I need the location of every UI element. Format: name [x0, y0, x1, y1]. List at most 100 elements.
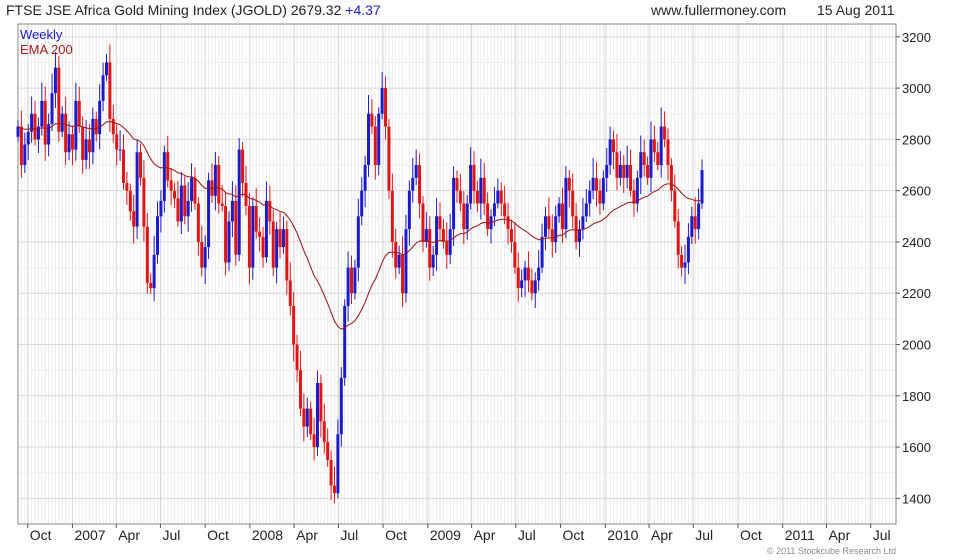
ohlc-bar-body [346, 267, 350, 307]
y-tick-label: 2200 [902, 286, 931, 301]
ohlc-bar [74, 82, 78, 161]
ohlc-bar-body [560, 203, 564, 230]
ohlc-bar-body [108, 62, 112, 119]
ohlc-bar [203, 235, 207, 284]
ohlc-bar-body [23, 144, 27, 166]
ohlc-bar [237, 138, 241, 262]
ohlc-bar-body [363, 165, 367, 191]
ohlc-bar-body [139, 152, 143, 178]
ohlc-bar-body [128, 190, 132, 212]
ohlc-bar-body [230, 200, 234, 222]
ohlc-bar [254, 187, 258, 240]
ohlc-bar [533, 272, 537, 308]
ohlc-bar-body [329, 459, 333, 486]
ohlc-bar [295, 334, 299, 383]
ohlc-bar-body [435, 216, 439, 255]
ohlc-bar-body [700, 170, 704, 204]
ema-line [17, 121, 703, 330]
ohlc-bar [19, 110, 23, 178]
ohlc-bar-body [567, 177, 571, 191]
ohlc-bar [350, 255, 354, 304]
y-tick-label: 1400 [902, 491, 931, 506]
ohlc-bar [186, 182, 190, 232]
ohlc-bar [70, 125, 74, 166]
ohlc-bar-body [169, 180, 173, 191]
ohlc-bar-body [680, 254, 684, 268]
ohlc-bar [578, 220, 582, 257]
ohlc-bar [33, 100, 37, 146]
ohlc-bar-body [258, 231, 262, 237]
ohlc-bar-body [421, 203, 425, 242]
ohlc-bar [387, 118, 391, 199]
ohlc-bar-body [492, 203, 496, 217]
ohlc-bar [652, 125, 656, 162]
ohlc-bar [169, 168, 173, 206]
ohlc-bar [608, 126, 612, 175]
x-tick-label: Jul [518, 527, 536, 543]
ohlc-bar [244, 166, 248, 216]
ohlc-bar [173, 182, 177, 209]
ohlc-bar [697, 188, 701, 240]
ohlc-bar [486, 192, 490, 237]
x-tick-label: Jul [695, 527, 713, 543]
ohlc-bar [639, 135, 643, 194]
ohlc-bar [332, 466, 336, 503]
ohlc-bar-body [547, 216, 551, 230]
ohlc-bar-body [629, 165, 633, 191]
ohlc-bar-body [339, 377, 343, 435]
ohlc-bar-body [251, 206, 255, 268]
ohlc-bar [298, 350, 302, 417]
ohlc-bar-body [690, 216, 694, 237]
ohlc-bar [118, 130, 122, 161]
ohlc-bar [121, 134, 125, 190]
ohlc-bar [302, 393, 306, 442]
ohlc-bar [503, 185, 507, 225]
ohlc-bar-body [380, 88, 384, 114]
ohlc-bar [666, 128, 670, 181]
ohlc-bar [91, 107, 95, 165]
x-tick-label: Jul [873, 527, 891, 543]
ohlc-bar [64, 96, 68, 166]
ohlc-bar-body [26, 131, 30, 145]
ohlc-bar [384, 76, 388, 140]
ohlc-bar [421, 196, 425, 253]
ohlc-bar [530, 268, 534, 301]
ohlc-bar-body [159, 200, 163, 217]
ohlc-bar-body [149, 282, 153, 289]
ohlc-bar [428, 216, 432, 281]
ohlc-bar-body [394, 241, 398, 268]
ohlc-bar-body [67, 134, 71, 153]
ohlc-bar-body [414, 165, 418, 178]
ohlc-bar [125, 171, 129, 205]
ohlc-bar [516, 252, 520, 302]
ohlc-bar [625, 145, 629, 189]
ohlc-bar [622, 155, 626, 193]
ohlc-bar-body [43, 100, 47, 145]
y-tick-label: 3200 [902, 30, 931, 45]
ohlc-bar-body [697, 203, 701, 230]
ohlc-bar [360, 177, 364, 226]
ohlc-bar-body [292, 306, 296, 345]
ohlc-bar-body [118, 149, 122, 151]
ohlc-bar [87, 124, 91, 169]
y-tick-label: 2000 [902, 338, 931, 353]
ohlc-bar-body [462, 203, 466, 230]
ohlc-bar-body [622, 165, 626, 178]
ohlc-bar [629, 149, 633, 197]
ohlc-bar [268, 185, 272, 235]
ohlc-bar-body [540, 236, 544, 268]
ohlc-bar [537, 250, 541, 291]
ohlc-bar-body [557, 203, 561, 217]
ohlc-bar [632, 179, 636, 217]
ohlc-bar [550, 214, 554, 258]
ohlc-bar [278, 212, 282, 259]
ohlc-bar [135, 139, 139, 239]
ohlc-bar-body [656, 152, 660, 166]
ohlc-bar-body [332, 485, 336, 494]
ohlc-bar [693, 197, 697, 244]
ohlc-bar [584, 189, 588, 222]
ohlc-bar-body [387, 126, 391, 191]
ohlc-bar-body [173, 190, 177, 199]
x-tick-label: 2007 [74, 527, 105, 543]
ohlc-bar [540, 223, 544, 273]
